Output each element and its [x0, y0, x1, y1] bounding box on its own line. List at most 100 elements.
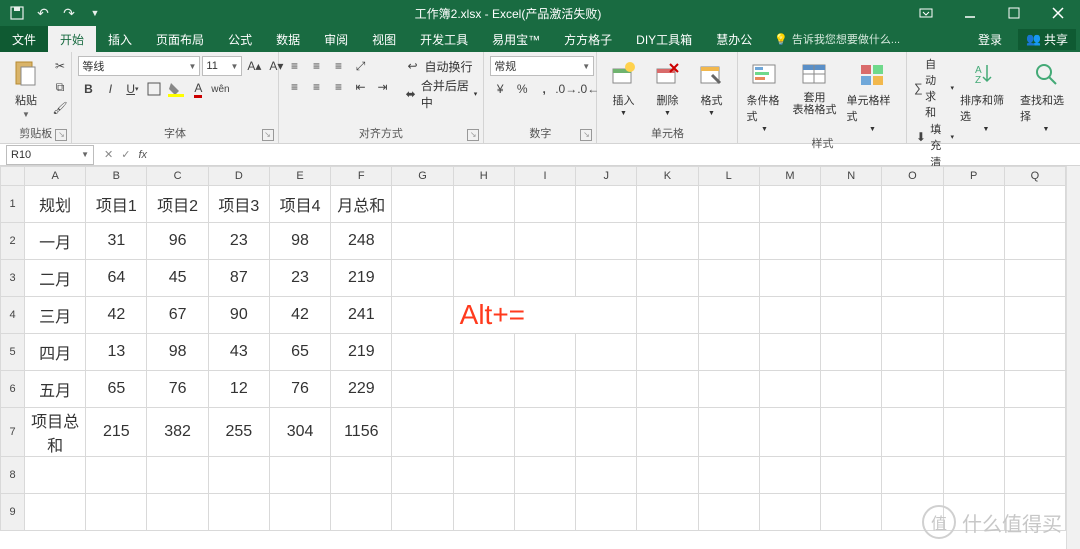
cell[interactable] — [637, 408, 698, 457]
cell[interactable]: 98 — [147, 334, 208, 371]
worksheet-grid[interactable]: ABCDEFGHIJKLMNOPQ1规划项目1项目2项目3项目4月总和2一月31… — [0, 166, 1080, 549]
cell[interactable] — [576, 186, 637, 223]
col-header[interactable]: D — [208, 167, 269, 186]
cell-style-button[interactable]: 单元格样式▼ — [844, 56, 900, 133]
row-header[interactable]: 1 — [1, 186, 25, 223]
align-middle-icon[interactable]: ≡ — [307, 56, 327, 76]
cell[interactable] — [576, 260, 637, 297]
cell[interactable] — [882, 408, 943, 457]
cell[interactable] — [269, 494, 330, 531]
row-header[interactable]: 6 — [1, 371, 25, 408]
cell[interactable] — [514, 494, 575, 531]
close-icon[interactable] — [1036, 0, 1080, 26]
indent-dec-icon[interactable]: ⇤ — [351, 77, 371, 97]
login-button[interactable]: 登录 — [966, 26, 1014, 52]
cell[interactable] — [1004, 457, 1065, 494]
cell[interactable] — [821, 223, 882, 260]
cell[interactable] — [759, 260, 820, 297]
cell[interactable]: 304 — [269, 408, 330, 457]
cell[interactable]: 98 — [269, 223, 330, 260]
cell[interactable]: 五月 — [25, 371, 86, 408]
tab-file[interactable]: 文件 — [0, 26, 48, 52]
decrease-decimal-icon[interactable]: .0← — [578, 79, 598, 99]
cell[interactable] — [943, 334, 1004, 371]
cell[interactable]: 1156 — [331, 408, 392, 457]
cell[interactable] — [759, 371, 820, 408]
tab-review[interactable]: 审阅 — [312, 26, 360, 52]
cell[interactable] — [821, 371, 882, 408]
cell[interactable] — [392, 408, 453, 457]
cell[interactable]: 65 — [269, 334, 330, 371]
cell[interactable] — [514, 371, 575, 408]
paste-button[interactable]: 粘贴 ▼ — [6, 56, 46, 119]
tell-me[interactable]: 💡 告诉我您想要做什么... — [774, 31, 900, 47]
cell[interactable] — [882, 457, 943, 494]
cell[interactable] — [882, 297, 943, 334]
cell[interactable] — [1004, 260, 1065, 297]
cell[interactable] — [759, 457, 820, 494]
cell[interactable] — [637, 371, 698, 408]
cell[interactable] — [882, 186, 943, 223]
indent-inc-icon[interactable]: ⇥ — [373, 77, 393, 97]
cell[interactable] — [637, 334, 698, 371]
cell[interactable] — [943, 297, 1004, 334]
cell[interactable] — [759, 297, 820, 334]
orientation-icon[interactable]: ⤢ — [351, 56, 371, 76]
dialog-launcher-icon[interactable]: ↘ — [55, 129, 67, 141]
format-cells-button[interactable]: 格式▼ — [691, 56, 731, 117]
dialog-launcher-icon[interactable]: ↘ — [580, 129, 592, 141]
merge-center-button[interactable]: ⬌合并后居中▾ — [403, 77, 478, 111]
cell[interactable] — [1004, 371, 1065, 408]
cell[interactable] — [331, 457, 392, 494]
increase-font-icon[interactable]: A▴ — [244, 56, 264, 76]
row-header[interactable]: 5 — [1, 334, 25, 371]
cell[interactable] — [392, 260, 453, 297]
tab-diy[interactable]: DIY工具箱 — [624, 26, 704, 52]
cell[interactable] — [698, 223, 759, 260]
cell[interactable]: 13 — [86, 334, 147, 371]
cell[interactable]: 月总和 — [331, 186, 392, 223]
delete-cells-button[interactable]: 删除▼ — [647, 56, 687, 117]
undo-icon[interactable]: ↶ — [34, 4, 52, 22]
copy-icon[interactable]: ⧉ — [50, 77, 70, 97]
formula-input[interactable] — [157, 145, 1080, 165]
cell[interactable]: 67 — [147, 297, 208, 334]
cell[interactable] — [882, 260, 943, 297]
vertical-scrollbar[interactable] — [1066, 166, 1080, 549]
cell[interactable] — [821, 260, 882, 297]
cell[interactable]: 45 — [147, 260, 208, 297]
save-icon[interactable] — [8, 4, 26, 22]
cell[interactable] — [392, 334, 453, 371]
share-button[interactable]: 👥 共享 — [1018, 29, 1076, 50]
tab-developer[interactable]: 开发工具 — [408, 26, 480, 52]
cell[interactable] — [821, 334, 882, 371]
cell[interactable] — [25, 457, 86, 494]
cell[interactable] — [1004, 494, 1065, 531]
cell[interactable] — [943, 371, 1004, 408]
cell[interactable] — [453, 371, 514, 408]
cell[interactable]: 64 — [86, 260, 147, 297]
cell[interactable] — [208, 457, 269, 494]
cell[interactable]: 219 — [331, 260, 392, 297]
cell[interactable] — [882, 334, 943, 371]
underline-icon[interactable]: U▾ — [122, 79, 142, 99]
italic-icon[interactable]: I — [100, 79, 120, 99]
tab-yyb[interactable]: 易用宝™ — [480, 26, 552, 52]
comma-icon[interactable]: , — [534, 79, 554, 99]
cell[interactable] — [514, 186, 575, 223]
cell[interactable] — [698, 334, 759, 371]
cell[interactable] — [1004, 223, 1065, 260]
cell[interactable] — [698, 408, 759, 457]
minimize-icon[interactable] — [948, 0, 992, 26]
cell[interactable] — [698, 494, 759, 531]
cell[interactable] — [453, 260, 514, 297]
cell[interactable] — [1004, 408, 1065, 457]
cell[interactable] — [147, 457, 208, 494]
bold-icon[interactable]: B — [78, 79, 98, 99]
cell[interactable] — [514, 223, 575, 260]
cell[interactable] — [698, 260, 759, 297]
cell[interactable] — [576, 223, 637, 260]
cell[interactable] — [821, 186, 882, 223]
name-box[interactable]: R10▼ — [6, 145, 94, 165]
cell[interactable]: 215 — [86, 408, 147, 457]
